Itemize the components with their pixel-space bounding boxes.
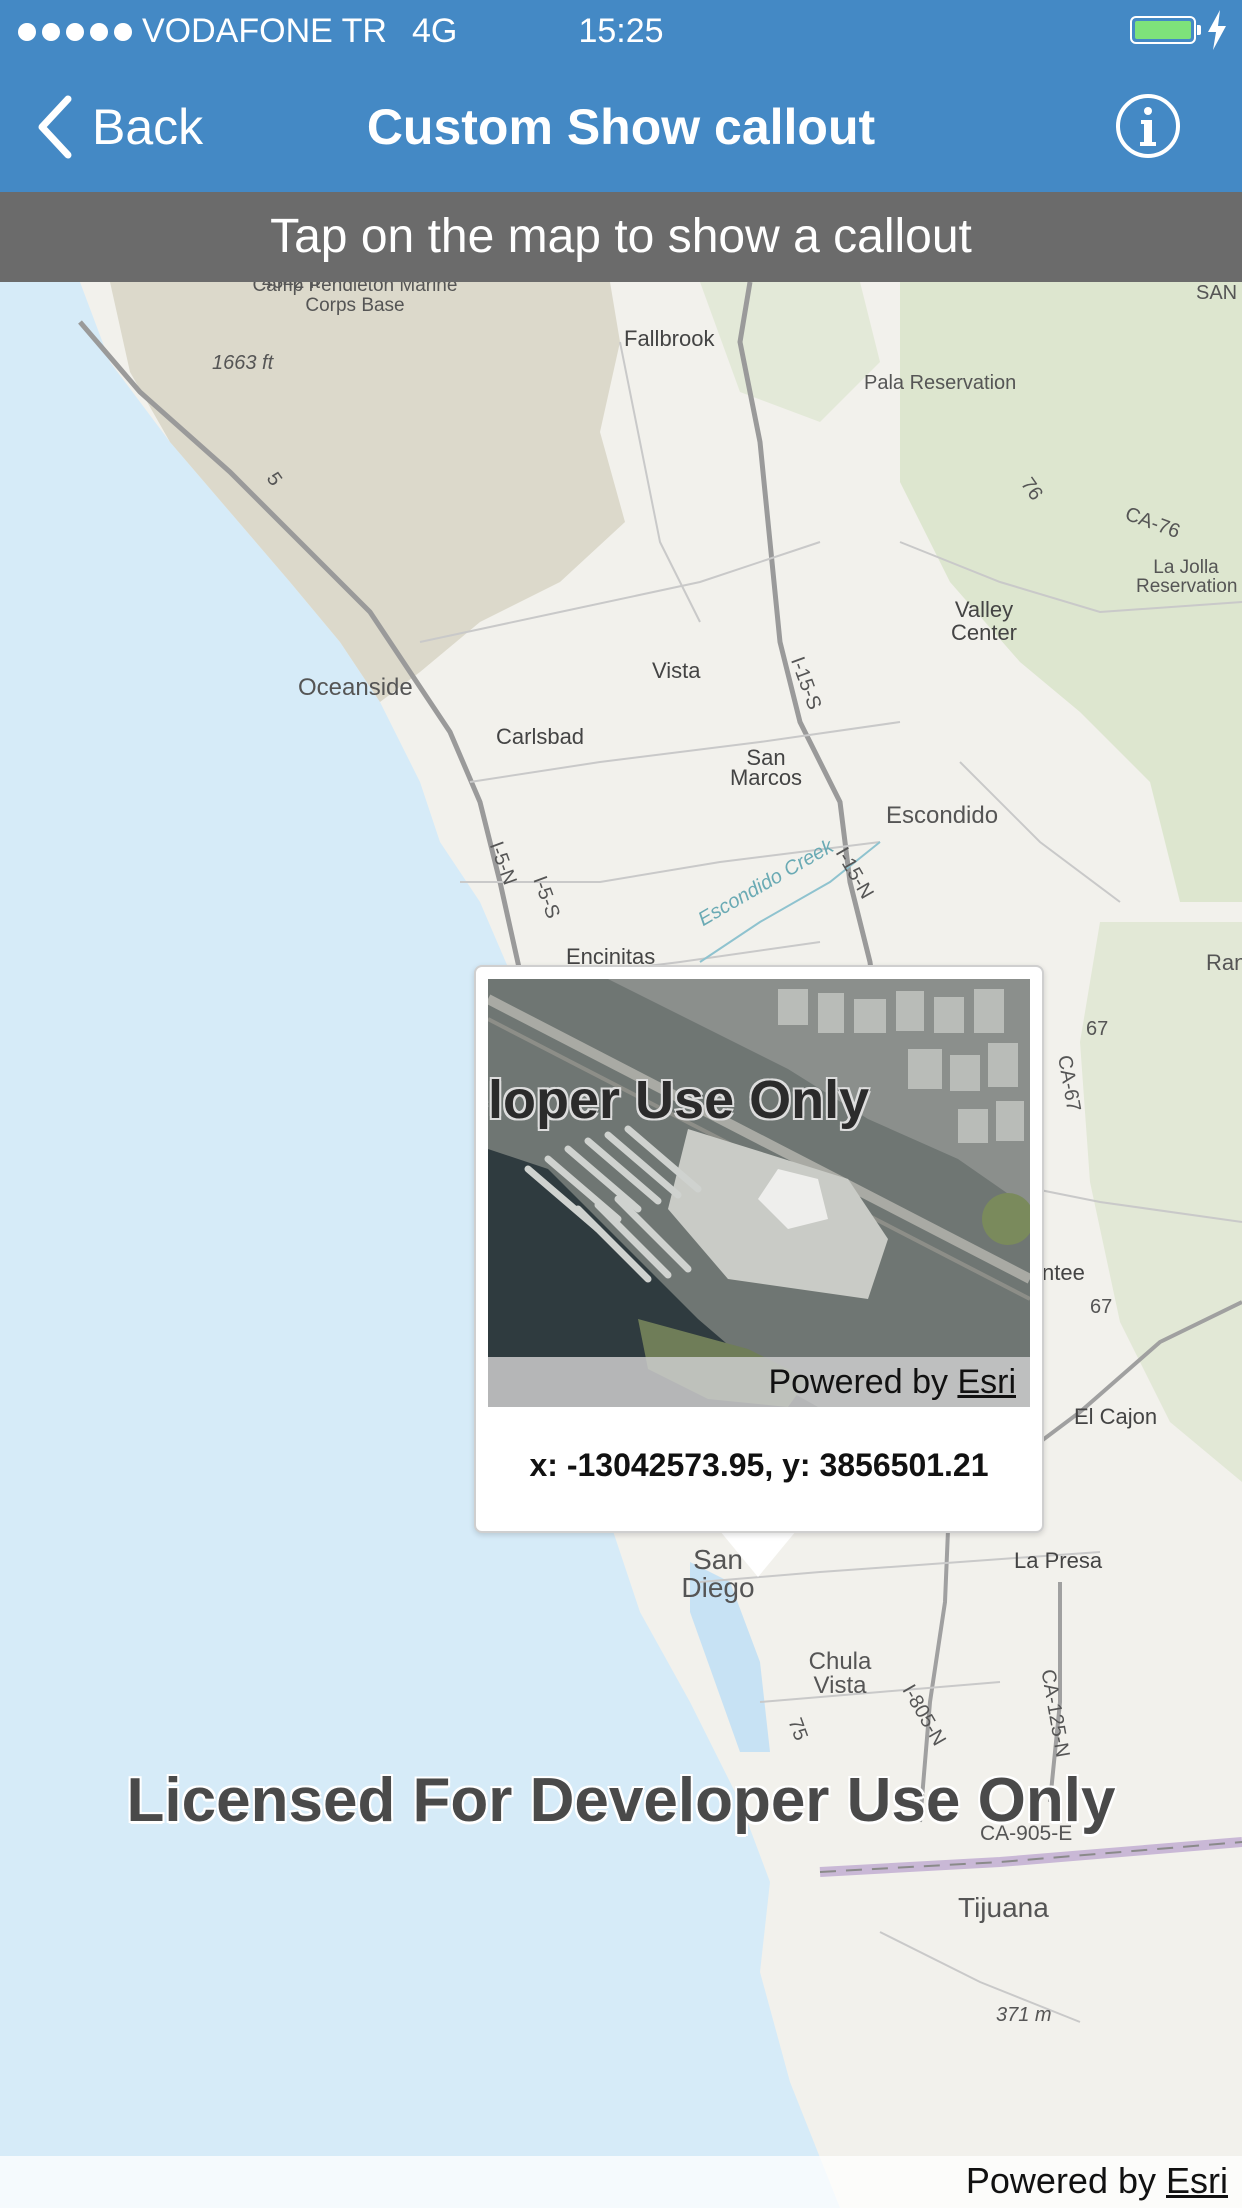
callout-pointer [720,1531,796,1577]
map-label-san-partial: SAN [1196,282,1238,304]
callout-image-watermark: eloper Use Only [488,1070,870,1130]
map-label-santee-partial: ntee [1042,1260,1085,1285]
navigation-bar: Back Custom Show callout [0,62,1242,192]
status-bar: VODAFONE TR 4G 15:25 [0,0,1242,62]
map-label-ran-partial: Ran [1206,950,1242,975]
map-label-escondido: Escondido [886,802,999,829]
signal-strength-icon [18,22,132,41]
carrier-name: VODAFONE TR [142,12,387,50]
chevron-left-icon [38,95,72,159]
satellite-imagery [488,979,1030,1407]
map-label-tijuana: Tijuana [958,1892,1049,1923]
map-label-r67b: 67 [1090,1296,1113,1318]
callout-coordinates: x: -13042573.95, y: 3856501.21 [529,1447,989,1483]
map-label-oceanside: Oceanside [298,674,413,701]
esri-link[interactable]: Esri [1166,2160,1228,2201]
map-label-carlsbad: Carlsbad [496,724,585,749]
instruction-banner: Tap on the map to show a callout [0,192,1242,282]
map-label-el-cajon: El Cajon [1074,1404,1158,1429]
map-label-elev-1663: 1663 ft [212,352,274,374]
map-label-elev-371: 371 m [996,2004,1052,2026]
attribution-prefix: Powered by [965,2160,1166,2201]
map-label-vista: Vista [652,658,701,683]
network-type: 4G [412,12,458,50]
charging-bolt-icon [1208,10,1226,50]
callout-attribution-prefix: Powered by [768,1363,958,1401]
back-button[interactable]: Back [34,92,203,162]
map-label-valley-center: Valley Center [950,597,1018,645]
callout[interactable]: eloper Use Only Powered by Esri x: -1304… [474,965,1044,1533]
map-label-chula-vista: Chula Vista [808,1648,872,1699]
info-circle-icon[interactable] [1114,92,1182,160]
map-label-la-presa: La Presa [1014,1548,1103,1573]
map-attribution: Powered by Esri [0,2156,1242,2208]
battery-icon [1130,16,1201,44]
map-label-san-marcos: San Marcos [729,745,803,790]
map-label-fallbrook: Fallbrook [624,326,715,351]
callout-image-attribution: Powered by Esri [488,1357,1030,1407]
back-label: Back [92,99,204,155]
map-label-pala: Pala Reservation [864,372,1017,394]
license-watermark: Licensed For Developer Use Only [126,1766,1116,1835]
callout-esri-link[interactable]: Esri [957,1363,1016,1401]
map-label-camp-pendleton: Camp Pendleton Marine Corps Base [252,282,458,316]
carrier: VODAFONE TR [18,12,387,51]
map-label-la-jolla-res: La Jolla Reservation [1136,557,1238,597]
callout-satellite-image: eloper Use Only Powered by Esri [488,979,1030,1407]
map-label-r67: 67 [1086,1018,1109,1040]
